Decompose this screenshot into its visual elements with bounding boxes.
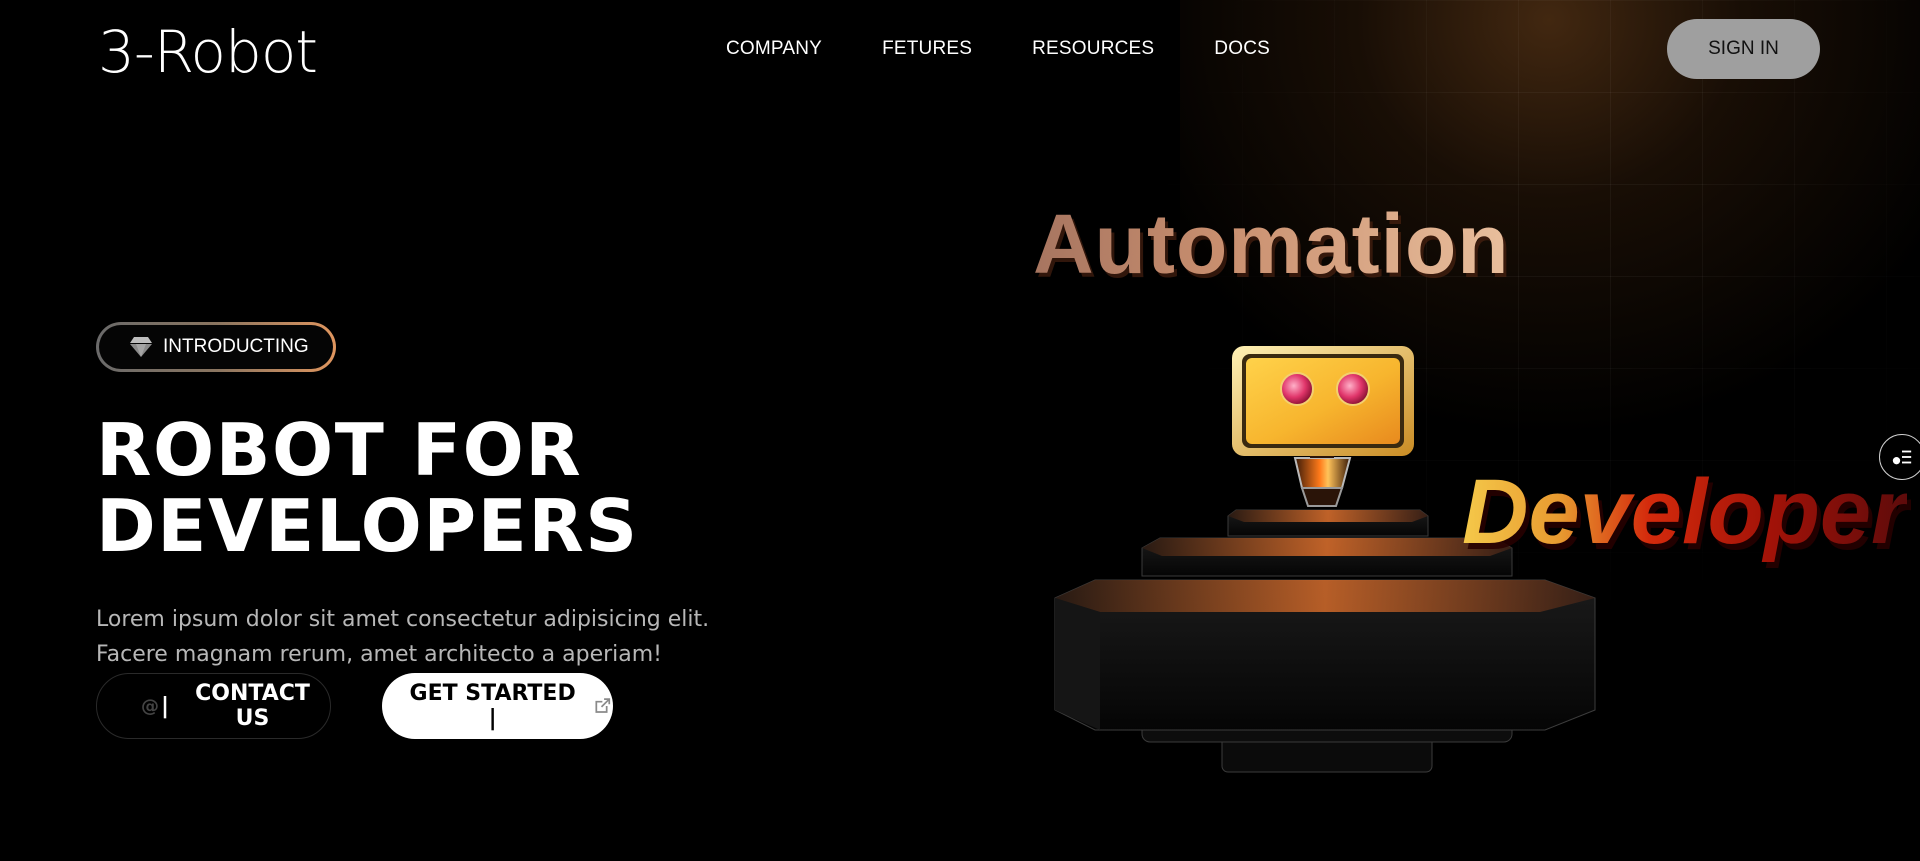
menu-list-icon	[1892, 450, 1912, 465]
get-started-button[interactable]: GET STARTED |	[382, 673, 613, 739]
word-automation: Automation	[1033, 197, 1510, 291]
external-link-icon	[595, 698, 611, 713]
hero-title-line-1: ROBOT FOR	[96, 408, 583, 492]
contact-us-label: CONTACT US	[195, 681, 310, 731]
landing-page: 3-Robot COMPANY FETURES RESOURCES DOCS S…	[0, 0, 1920, 861]
sign-in-button[interactable]: SIGN IN	[1667, 19, 1820, 79]
intro-badge-label: INTRODUCTING	[163, 336, 309, 357]
hero-description: Lorem ipsum dolor sit amet consectetur a…	[96, 602, 736, 672]
text-caret: |	[161, 693, 170, 719]
word-developer: Developer	[1462, 461, 1907, 563]
get-started-label: GET STARTED |	[409, 681, 576, 731]
contact-us-button[interactable]: @ | CONTACT US	[96, 673, 331, 739]
intro-badge: INTRODUCTING	[96, 322, 336, 372]
hero-title-line-2: DEVELOPERS	[96, 484, 639, 568]
hero-title: ROBOT FOR DEVELOPERS	[96, 412, 736, 564]
nav-features[interactable]: FETURES	[882, 38, 972, 60]
nav-company[interactable]: COMPANY	[726, 38, 822, 60]
hero-description-line-2: Facere magnam rerum, amet architecto a a…	[96, 642, 663, 667]
nav-resources[interactable]: RESOURCES	[1032, 38, 1154, 60]
nav-docs[interactable]: DOCS	[1214, 38, 1270, 60]
at-icon: @	[141, 695, 159, 717]
brand-logo[interactable]: 3-Robot	[98, 18, 318, 86]
intro-badge-inner: INTRODUCTING	[99, 325, 333, 369]
side-menu-button[interactable]	[1879, 434, 1920, 480]
main-nav: COMPANY FETURES RESOURCES DOCS	[726, 38, 1330, 60]
robot-illustration	[1054, 346, 1596, 773]
diamond-icon	[130, 337, 152, 357]
hero-description-line-1: Lorem ipsum dolor sit amet consectetur a…	[96, 607, 710, 632]
